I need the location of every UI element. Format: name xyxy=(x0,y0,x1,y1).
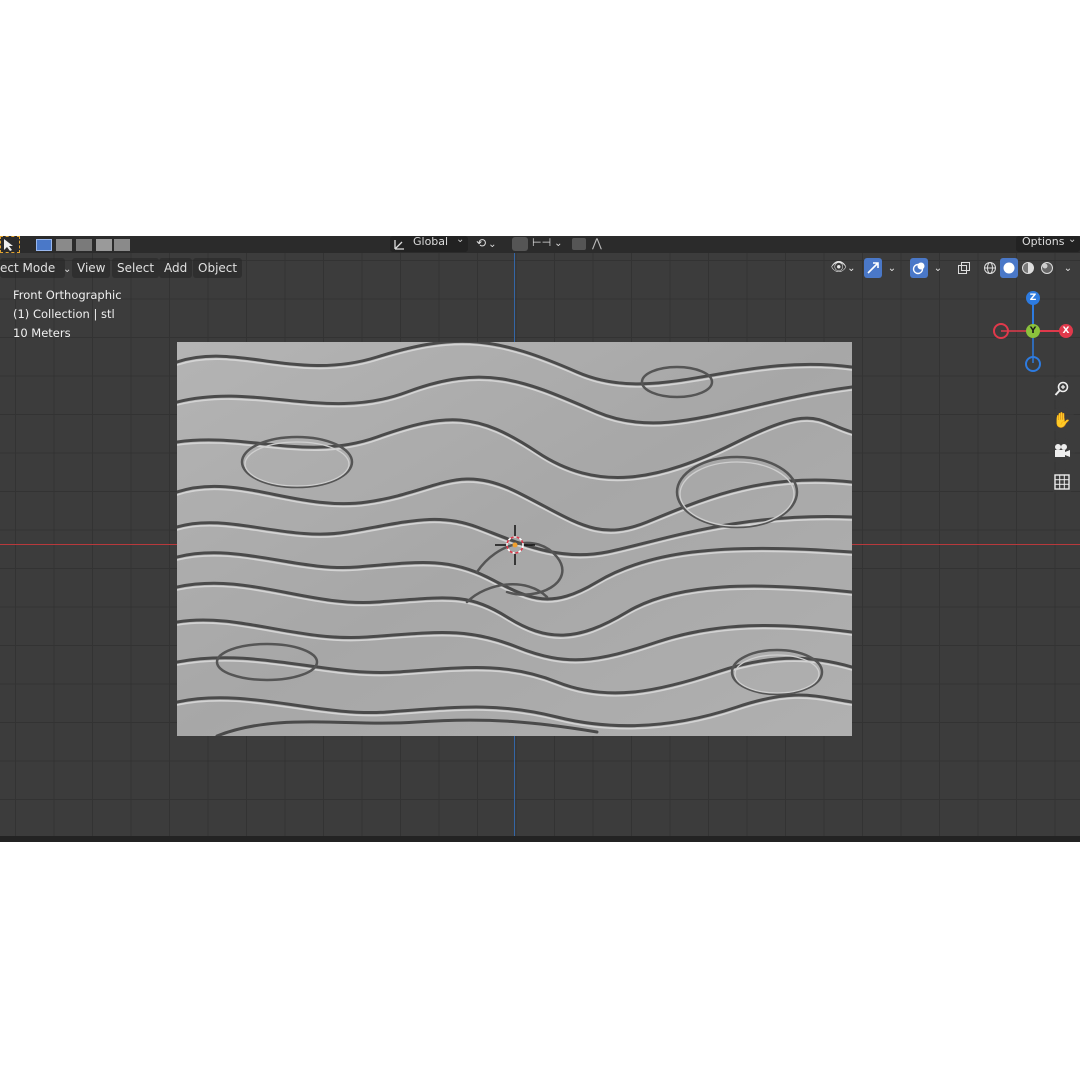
selection-mode-subtract-icon[interactable] xyxy=(76,239,92,251)
chevron-down-icon: ⌄ xyxy=(554,238,563,249)
collection-text: (1) Collection | stl xyxy=(13,307,115,321)
zoom-icon[interactable] xyxy=(1049,376,1075,402)
chevron-down-icon: ⌄ xyxy=(63,264,72,275)
camera-icon[interactable] xyxy=(1049,438,1075,464)
snap-toggle-icon[interactable] xyxy=(512,237,528,251)
grid-icon[interactable] xyxy=(1049,469,1075,495)
eye-icon: 👁 xyxy=(830,260,848,275)
selection-mode-intersect-icon[interactable] xyxy=(114,239,130,251)
proportional-editing-icon[interactable] xyxy=(572,238,586,250)
chevron-down-icon: ⌄ xyxy=(1063,263,1073,274)
view-name-text: Front Orthographic xyxy=(13,288,122,302)
3d-cursor-icon[interactable] xyxy=(495,525,535,565)
chevron-down-icon: ⌄ xyxy=(847,263,856,274)
tool-header: Global ⌄ ⟲ ⌄ ⊢⊣ ⌄ ⋀ Options ⌄ xyxy=(0,236,1080,253)
chevron-down-icon: ⌄ xyxy=(456,236,465,245)
orientation-icon xyxy=(394,240,404,250)
gizmo-dropdown[interactable]: ⌄ xyxy=(884,258,900,278)
3d-viewport[interactable]: ect Mode ⌄ View Select Add Object 👁⌄ ⌄ ⌄ xyxy=(0,253,1080,836)
falloff-icon[interactable]: ⋀ xyxy=(592,236,612,252)
gizmo-y-axis[interactable]: Y xyxy=(1026,324,1040,338)
chevron-down-icon: ⌄ xyxy=(488,239,497,250)
gizmo-z-axis[interactable]: Z xyxy=(1026,291,1040,305)
transform-orientation-dropdown[interactable]: Global ⌄ xyxy=(390,236,468,252)
chevron-down-icon: ⌄ xyxy=(887,263,897,274)
menu-select[interactable]: Select xyxy=(112,258,160,278)
shading-wireframe-icon[interactable] xyxy=(981,258,999,278)
pivot-point-dropdown[interactable]: ⟲ ⌄ xyxy=(476,236,506,252)
snap-target-dropdown[interactable]: ⊢⊣ ⌄ xyxy=(532,236,563,252)
shading-solid-icon[interactable] xyxy=(1000,258,1018,278)
chevron-down-icon: ⌄ xyxy=(933,263,943,274)
overlays-dropdown[interactable]: ⌄ xyxy=(930,258,946,278)
navigation-gizmo[interactable]: Z X Y xyxy=(992,289,1076,373)
viewport-header: ect Mode ⌄ View Select Add Object 👁⌄ ⌄ ⌄ xyxy=(0,255,1080,281)
options-dropdown[interactable]: Options ⌄ xyxy=(1016,236,1080,252)
pivot-icon: ⟲ xyxy=(476,236,487,250)
menu-view[interactable]: View xyxy=(72,258,111,278)
mode-dropdown[interactable]: ect Mode ⌄ xyxy=(0,258,71,278)
shading-rendered-icon[interactable] xyxy=(1038,258,1056,278)
viewport-bottom-border xyxy=(0,836,1080,842)
hand-icon[interactable]: ✋ xyxy=(1049,407,1075,433)
menu-object[interactable]: Object xyxy=(193,258,243,278)
chevron-down-icon: ⌄ xyxy=(1068,236,1077,245)
gizmo-toggle-icon[interactable] xyxy=(864,258,882,278)
overlays-toggle-icon[interactable] xyxy=(910,258,928,278)
blender-window: Global ⌄ ⟲ ⌄ ⊢⊣ ⌄ ⋀ Options ⌄ ect Mode ⌄ V… xyxy=(0,236,1080,842)
selection-mode-new-icon[interactable] xyxy=(36,239,52,251)
mode-label: ect Mode xyxy=(0,261,56,275)
xray-toggle-icon[interactable] xyxy=(955,258,973,278)
select-tool-icon[interactable] xyxy=(0,236,20,253)
selection-mode-invert-icon[interactable] xyxy=(96,239,112,251)
grid-scale-text: 10 Meters xyxy=(13,326,71,340)
selection-mode-extend-icon[interactable] xyxy=(56,239,72,251)
options-label: Options xyxy=(1022,236,1065,248)
snap-increment-icon: ⊢⊣ xyxy=(532,236,552,249)
shading-material-icon[interactable] xyxy=(1019,258,1037,278)
menu-add[interactable]: Add xyxy=(159,258,193,278)
transform-orientation-label: Global xyxy=(413,236,449,248)
shading-dropdown[interactable]: ⌄ xyxy=(1060,258,1076,278)
object-visibility-icon[interactable]: 👁⌄ xyxy=(828,258,858,278)
gizmo-x-axis[interactable]: X xyxy=(1059,324,1073,338)
